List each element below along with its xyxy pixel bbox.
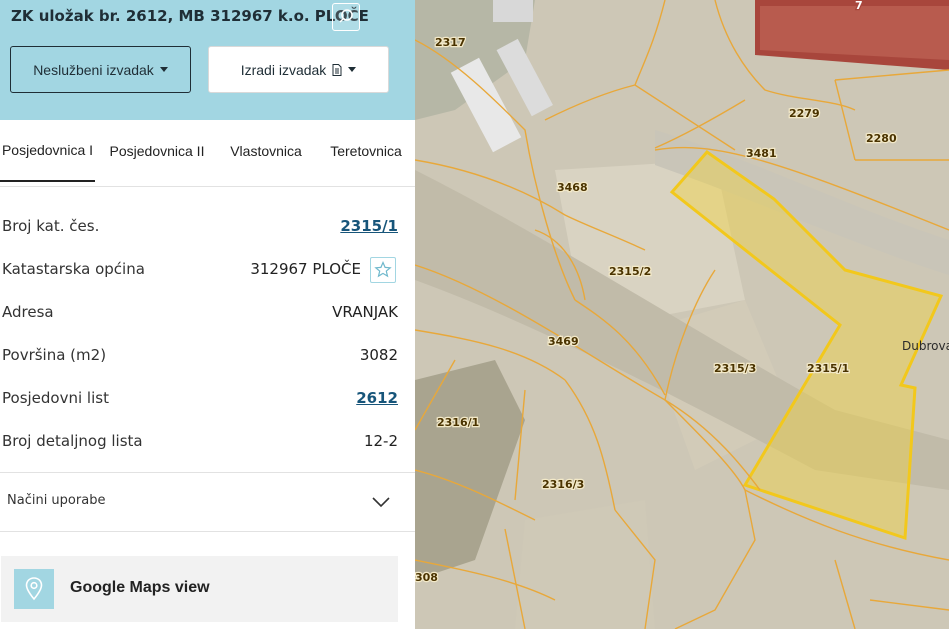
nacini-uporabe-label: Načini uporabe (7, 493, 106, 508)
izradi-izvadak-label: Izradi izvadak (240, 61, 327, 78)
tab-posjedovnica-2[interactable]: Posjedovnica II (108, 120, 206, 182)
caret-down-icon (348, 67, 357, 72)
detail-label: Katastarska općina (2, 260, 145, 278)
detail-row-broj-kat-ces: Broj kat. čes. 2315/1 (0, 205, 415, 248)
parcel-label: 2315/2 (609, 265, 651, 278)
detail-row-adresa: Adresa VRANJAK (0, 291, 415, 334)
search-icon (339, 9, 353, 23)
star-icon (374, 260, 392, 278)
parcel-number-link[interactable]: 2315/1 (340, 217, 398, 235)
map-pin-icon (14, 569, 54, 609)
parcel-label: 2279 (789, 107, 820, 120)
document-icon (332, 63, 342, 76)
caret-down-icon (159, 67, 168, 72)
izradi-izvadak-button[interactable]: Izradi izvadak (208, 46, 389, 93)
parcel-label: 7 (855, 0, 863, 12)
detail-label: Broj kat. čes. (2, 217, 100, 235)
parcel-label: 2316/3 (542, 478, 584, 491)
detail-row-katastarska-opcina: Katastarska općina 312967 PLOČE (0, 248, 415, 291)
parcel-label: 3481 (746, 147, 777, 160)
parcel-label: 2316/1 (437, 416, 479, 429)
neluzbeni-izvadak-label: Neslužbeni izvadak (33, 61, 154, 78)
parcel-label: 2280 (866, 132, 897, 145)
detail-value: 312967 PLOČE (250, 260, 361, 278)
google-maps-view-button[interactable]: Google Maps view (1, 556, 398, 622)
detail-row-povrsina: Površina (m2) 3082 (0, 334, 415, 377)
detail-label: Broj detaljnog lista (2, 432, 143, 450)
nacini-uporabe-accordion[interactable]: Načini uporabe (0, 472, 415, 532)
tab-vlastovnica[interactable]: Vlastovnica (224, 120, 308, 182)
parcel-label: 308 (415, 571, 438, 584)
parcel-label: 2315/3 (714, 362, 756, 375)
page-title: ZK uložak br. 2612, MB 312967 k.o. PLOČE (11, 7, 369, 25)
tab-posjedovnica-1[interactable]: Posjedovnica I (0, 120, 95, 182)
info-panel: ZK uložak br. 2612, MB 312967 k.o. PLOČE… (0, 0, 416, 629)
aerial-ground (515, 500, 655, 629)
google-maps-view-label: Google Maps view (70, 579, 210, 596)
cadastral-map[interactable]: 2317 2279 2280 3481 3468 2315/2 3469 231… (415, 0, 949, 629)
building-roof (493, 0, 533, 22)
detail-value: 3082 (359, 346, 398, 364)
detail-value: 12-2 (363, 432, 398, 450)
detail-label: Adresa (2, 303, 54, 321)
chevron-down-icon (372, 497, 390, 508)
street-label: Dubrova (902, 339, 949, 353)
detail-value: VRANJAK (332, 303, 398, 321)
favorite-button[interactable] (370, 257, 396, 283)
neluzbeni-izvadak-button[interactable]: Neslužbeni izvadak (10, 46, 191, 93)
tab-teretovnica[interactable]: Teretovnica (324, 120, 408, 182)
detail-row-posjedovni-list: Posjedovni list 2612 (0, 377, 415, 420)
search-button[interactable] (332, 3, 360, 31)
posjedovni-list-link[interactable]: 2612 (356, 389, 398, 407)
parcel-label: 3469 (548, 335, 579, 348)
panel-header: ZK uložak br. 2612, MB 312967 k.o. PLOČE… (0, 0, 415, 120)
detail-label: Površina (m2) (2, 346, 107, 364)
detail-row-broj-detaljnog-lista: Broj detaljnog lista 12-2 (0, 420, 415, 463)
tab-bar: Posjedovnica I Posjedovnica II Vlastovni… (0, 120, 415, 187)
parcel-label: 2315/1 (807, 362, 849, 375)
parcel-label: 2317 (435, 36, 466, 49)
detail-label: Posjedovni list (2, 389, 109, 407)
parcel-label: 3468 (557, 181, 588, 194)
